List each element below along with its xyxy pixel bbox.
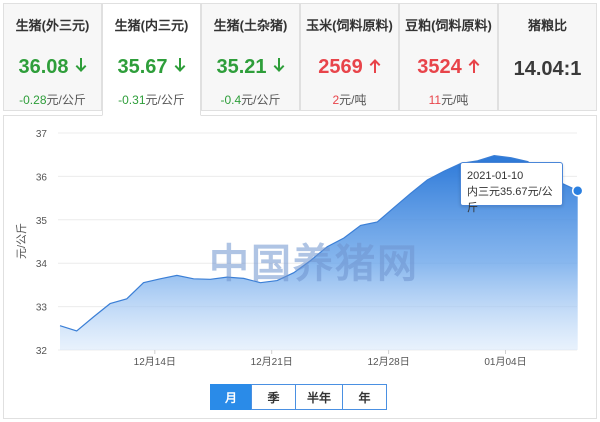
card-change-unit: 元/公斤 <box>145 93 185 107</box>
y-tick-label: 34 <box>36 259 48 270</box>
card-price-value: 35.67 <box>117 56 168 78</box>
card-nei-san-yuan[interactable]: 生猪(内三元) 35.67 -0.31元/公斤 <box>102 3 201 116</box>
period-month-button[interactable]: 月 <box>210 384 252 410</box>
card-price: 35.67 <box>103 56 200 79</box>
y-axis-ticks: 32 33 34 35 36 37 <box>36 129 48 357</box>
card-change: -0.31元/公斤 <box>103 91 200 108</box>
period-switcher: 月 季 半年 年 <box>210 384 387 410</box>
card-title: 生猪(内三元) <box>114 18 189 33</box>
y-tick-label: 36 <box>36 172 48 183</box>
y-tick-label: 32 <box>36 346 48 357</box>
chart-highlight-layer <box>571 184 584 197</box>
y-tick-label: 33 <box>36 303 48 314</box>
period-quarter-button[interactable]: 季 <box>251 384 296 410</box>
x-axis-ticks: 12月14日 12月21日 12月28日 01月04日 <box>134 350 527 368</box>
tooltip-date: 2021-01-10 <box>467 170 524 182</box>
x-tick-label: 12月21日 <box>251 356 293 368</box>
arrow-down-icon <box>174 58 185 72</box>
highlight-point[interactable] <box>571 184 584 197</box>
card-change-value: -0.31 <box>118 93 146 107</box>
x-tick-label: 12月14日 <box>134 356 176 368</box>
period-year-button[interactable]: 年 <box>342 384 387 410</box>
watermark-logo: 中国养猪网 <box>209 241 419 287</box>
y-tick-label: 35 <box>36 216 48 227</box>
x-tick-label: 12月28日 <box>367 356 409 368</box>
period-half-year-button[interactable]: 半年 <box>295 384 343 410</box>
chart-tooltip: 2021-01-10 内三元35.67元/公斤 <box>460 162 563 214</box>
x-tick-label: 01月04日 <box>484 356 526 368</box>
y-axis-title: 元/公斤 <box>15 223 28 259</box>
tooltip-value: 内三元35.67元/公斤 <box>467 186 553 214</box>
y-tick-label: 37 <box>36 129 48 140</box>
